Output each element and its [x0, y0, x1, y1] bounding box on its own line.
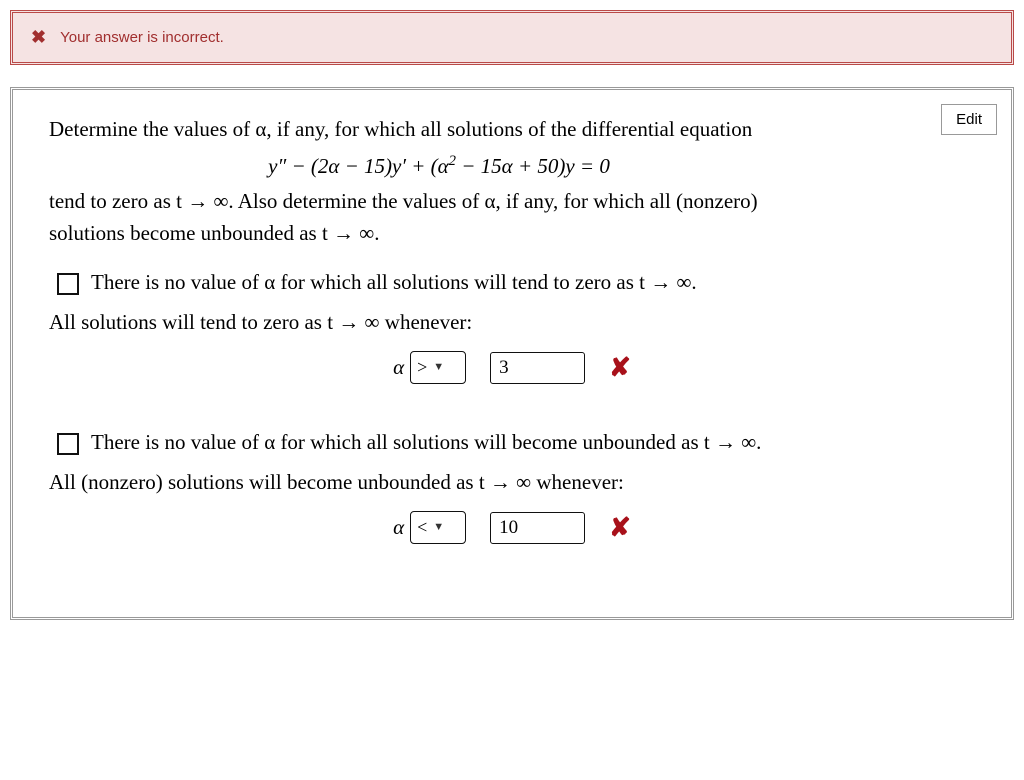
wrong-icon: ✘: [609, 508, 631, 547]
answer-part1: There is no value of α for which all sol…: [49, 267, 975, 387]
question-prompt: Determine the values of α, if any, for w…: [49, 114, 829, 249]
input-row-zero: α > ▼ ✘: [49, 348, 975, 387]
alert-text: Your answer is incorrect.: [60, 29, 224, 46]
eq-part2: − 15α + 50)y = 0: [456, 154, 610, 178]
checkbox-row-no-zero: There is no value of α for which all sol…: [57, 267, 975, 299]
x-icon: ✖: [31, 27, 46, 48]
relation-select-2[interactable]: < ▼: [410, 511, 466, 544]
prompt-line1: Determine the values of α, if any, for w…: [49, 117, 752, 141]
statement-zero: All solutions will tend to zero as t → ∞…: [49, 307, 975, 339]
answer-part2: There is no value of α for which all sol…: [49, 427, 975, 547]
checkbox-no-unbounded[interactable]: [57, 433, 79, 455]
relation-value-1: >: [417, 354, 427, 381]
checkbox-label-no-unbounded: There is no value of α for which all sol…: [91, 427, 761, 459]
wrong-icon: ✘: [609, 348, 631, 387]
alpha-label-2: α: [393, 512, 404, 544]
relation-value-2: <: [417, 514, 427, 541]
eq-part1: y″ − (2α − 15)y′ + (α: [268, 154, 449, 178]
checkbox-no-zero[interactable]: [57, 273, 79, 295]
checkbox-label-no-zero: There is no value of α for which all sol…: [91, 267, 697, 299]
equation: y″ − (2α − 15)y′ + (α2 − 15α + 50)y = 0: [49, 150, 829, 183]
alpha-label-1: α: [393, 352, 404, 384]
eq-sup: 2: [449, 153, 456, 169]
chevron-down-icon: ▼: [433, 519, 444, 536]
checkbox-row-no-unbounded: There is no value of α for which all sol…: [57, 427, 975, 459]
relation-select-1[interactable]: > ▼: [410, 351, 466, 384]
input-row-unbounded: α < ▼ ✘: [49, 508, 975, 547]
edit-button[interactable]: Edit: [941, 104, 997, 135]
value-input-1[interactable]: [490, 352, 585, 384]
statement-unbounded: All (nonzero) solutions will become unbo…: [49, 467, 975, 499]
chevron-down-icon: ▼: [433, 359, 444, 376]
prompt-line2: tend to zero as t → ∞. Also determine th…: [49, 189, 758, 245]
value-input-2[interactable]: [490, 512, 585, 544]
incorrect-alert: ✖ Your answer is incorrect.: [10, 10, 1014, 65]
question-container: Edit Determine the values of α, if any, …: [10, 87, 1014, 620]
